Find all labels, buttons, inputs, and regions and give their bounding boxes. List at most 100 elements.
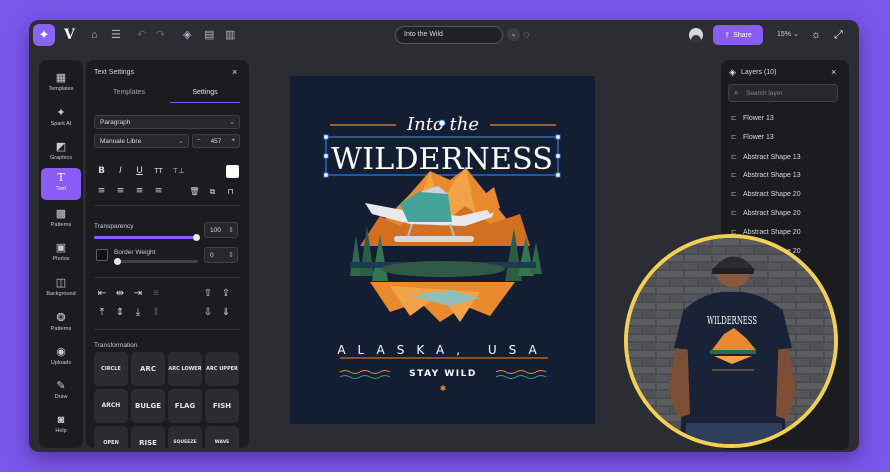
transparency-input[interactable]: 100 [204, 222, 238, 238]
layer-row[interactable]: ⊏ Flower 13 [731, 133, 774, 141]
transform-arc[interactable]: ARC [131, 352, 165, 386]
line-height-button[interactable]: ⊤⊥ [172, 165, 185, 178]
close-icon[interactable]: × [831, 67, 836, 77]
font-family-select[interactable]: Manuale Libre ⌄ [94, 134, 189, 148]
sparkle-icon[interactable]: ✦ [33, 24, 55, 46]
align-h-center-icon[interactable]: ⇹ [113, 287, 127, 301]
plus-button[interactable]: + [231, 137, 235, 144]
rail-templates[interactable]: ▦ Templates [41, 68, 81, 100]
font-size-stepper[interactable]: − 457 + [192, 134, 240, 148]
rail-spark-ai[interactable]: ✦ Spark AI [41, 103, 81, 135]
bold-button[interactable]: B [95, 165, 108, 178]
distribute-v-icon[interactable]: ‖ [149, 306, 163, 320]
comment-icon[interactable]: ◌ [523, 28, 530, 42]
transform-squeeze[interactable]: SQUEEZE [168, 426, 202, 448]
tab-settings[interactable]: Settings [170, 88, 240, 98]
rail-graphics[interactable]: ◩ Graphics [41, 137, 81, 169]
document-icon[interactable]: ▥ [225, 28, 235, 42]
transform-fish[interactable]: FISH [205, 389, 239, 423]
align-left-edge-icon[interactable]: ⇤ [95, 287, 109, 301]
document-name-field[interactable]: Into the Wild [395, 26, 503, 44]
design-artboard[interactable]: Into the WILDERNESS ALASKA, USA STAY WIL… [290, 76, 595, 424]
undo-icon[interactable]: ↶ [137, 28, 146, 42]
transform-open[interactable]: OPEN [94, 426, 128, 448]
layer-row[interactable]: ⊏ Abstract Shape 13 [731, 171, 801, 179]
search-input[interactable]: Search layer [728, 84, 838, 102]
transform-arch[interactable]: ARCH [94, 389, 128, 423]
distribute-h-icon[interactable]: ≡ [149, 287, 163, 301]
bring-front-icon[interactable]: ⇪ [219, 287, 233, 301]
transparency-slider[interactable] [94, 234, 200, 241]
border-checkbox[interactable] [96, 249, 108, 261]
close-icon[interactable]: × [232, 67, 237, 77]
rail-text[interactable]: T Text [41, 168, 81, 200]
file-icon[interactable]: ▤ [204, 28, 214, 42]
transform-circle[interactable]: CIRCLE [94, 352, 128, 386]
avatar[interactable] [689, 28, 703, 42]
align-left-button[interactable]: ≡ [95, 185, 108, 198]
send-backward-icon[interactable]: ⇩ [201, 306, 215, 320]
transform-arc-upper[interactable]: ARC UPPER [205, 352, 239, 386]
templates-icon: ▦ [55, 72, 67, 84]
italic-button[interactable]: I [114, 165, 127, 178]
layer-icon: ⊏ [731, 172, 737, 179]
share-button[interactable]: ⇪ Share [713, 25, 763, 45]
redo-icon[interactable]: ↷ [156, 28, 165, 42]
rail-patterns[interactable]: ▩ Patterns [41, 204, 81, 236]
layer-row[interactable]: ⊏ Abstract Shape 13 [731, 153, 801, 161]
rail-help[interactable]: ◙ Help [41, 410, 81, 442]
design-tagline[interactable]: STAY WILD [409, 369, 477, 379]
menu-icon[interactable]: ☰ [111, 28, 121, 42]
align-right-button[interactable]: ≡ [133, 185, 146, 198]
rail-patterns-alt[interactable]: ❂ Patterns [41, 308, 81, 340]
transform-flag[interactable]: FLAG [168, 389, 202, 423]
bring-forward-icon[interactable]: ⇧ [201, 287, 215, 301]
send-back-icon[interactable]: ⇓ [219, 306, 233, 320]
align-center-button[interactable]: ≡ [114, 185, 127, 198]
expand-icon[interactable]: ⤢ [834, 28, 843, 42]
underline-button[interactable]: U [133, 165, 146, 178]
justify-button[interactable]: ≡ [152, 185, 165, 198]
caps-button[interactable]: TT [152, 165, 165, 178]
rail-photos[interactable]: ▣ Photos [41, 238, 81, 270]
layer-icon: ⊏ [731, 210, 737, 217]
border-weight-slider[interactable] [114, 258, 198, 265]
delete-icon[interactable]: 🗑 [188, 185, 201, 198]
border-weight-input[interactable]: 0 [204, 247, 238, 263]
layer-row[interactable]: ⊏ Abstract Shape 20 [731, 209, 801, 217]
transform-wave-lower[interactable]: WAVE LOWER [205, 426, 239, 448]
tab-templates[interactable]: Templates [94, 88, 164, 98]
rail-label: Uploads [50, 360, 72, 366]
layer-name: Abstract Shape 20 [743, 229, 801, 236]
patterns-icon: ▩ [55, 208, 67, 220]
text-color-swatch[interactable] [226, 165, 239, 178]
slider-handle[interactable] [193, 234, 200, 241]
lock-icon[interactable]: ⊓ [224, 185, 237, 198]
help-icon: ◙ [57, 414, 65, 426]
design-location[interactable]: ALASKA, USA [337, 343, 548, 357]
theme-icon[interactable]: ☼ [811, 28, 821, 42]
rail-draw[interactable]: ✎ Draw [41, 376, 81, 408]
layer-row[interactable]: ⊏ Abstract Shape 20 [731, 190, 801, 198]
align-v-center-icon[interactable]: ⇕ [113, 306, 127, 320]
transform-arc-lower[interactable]: ARC LOWER [168, 352, 202, 386]
text-style-select[interactable]: Paragraph ⌄ [94, 115, 240, 129]
transform-bulge[interactable]: BULGE [131, 389, 165, 423]
home-icon[interactable]: ⌂ [91, 28, 98, 42]
align-bottom-edge-icon[interactable]: ⤓ [131, 306, 145, 320]
duplicate-icon[interactable]: ⧉ [206, 185, 219, 198]
transform-rise[interactable]: RISE [131, 426, 165, 448]
align-top-edge-icon[interactable]: ⤒ [95, 306, 109, 320]
slider-handle[interactable] [114, 258, 121, 265]
align-right-edge-icon[interactable]: ⇥ [131, 287, 145, 301]
design-headline[interactable]: WILDERNESS [331, 142, 553, 177]
layer-icon: ⊏ [731, 191, 737, 198]
layer-row[interactable]: ⊏ Flower 13 [731, 114, 774, 122]
zoom-level[interactable]: 15% ⌄ [777, 30, 799, 38]
rail-background[interactable]: ◫ Background [41, 273, 81, 305]
rail-label: Patterns [50, 326, 72, 332]
layers-icon[interactable]: ◈ [183, 28, 191, 42]
chevron-down-icon[interactable]: ⌄ [507, 28, 520, 41]
minus-button[interactable]: − [197, 137, 201, 144]
rail-uploads[interactable]: ◉ Uploads [41, 342, 81, 374]
